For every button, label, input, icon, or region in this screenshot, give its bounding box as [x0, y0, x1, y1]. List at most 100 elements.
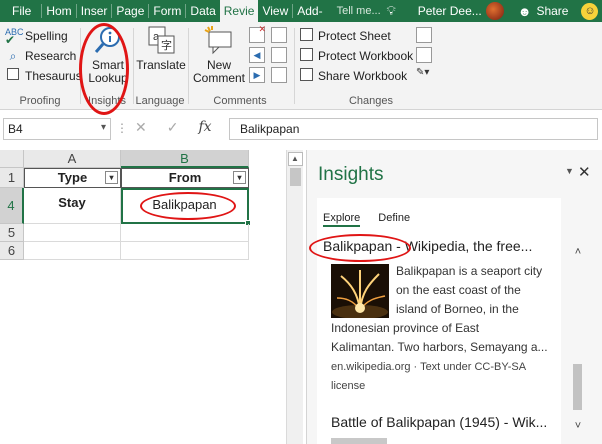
- thesaurus-label: Thesaurus: [25, 69, 82, 83]
- comments-group-label: Comments: [213, 95, 267, 107]
- new-comment-label-line2: Comment: [192, 71, 245, 85]
- table-cell[interactable]: [121, 224, 249, 242]
- tab-review[interactable]: Revie: [219, 0, 259, 22]
- show-hide-comment-icon[interactable]: [271, 27, 287, 43]
- cell-annotation-circle: [140, 192, 236, 220]
- column-header-a[interactable]: A: [24, 150, 121, 168]
- show-ink-icon[interactable]: [271, 67, 287, 83]
- share-workbook-button[interactable]: Share Workbook: [298, 66, 413, 86]
- delete-comment-icon[interactable]: ✕: [249, 24, 266, 43]
- cell-a4-value: Stay: [58, 195, 86, 210]
- header-type: Type: [57, 170, 88, 185]
- spelling-label: Spelling: [25, 29, 68, 43]
- tab-page-layout[interactable]: Page: [112, 0, 148, 22]
- table-cell[interactable]: [121, 242, 249, 260]
- protect-sheet-button[interactable]: Protect Sheet: [298, 26, 413, 46]
- translate-icon: a 字: [145, 24, 177, 56]
- lightbulb-icon: 💡︎: [386, 3, 396, 18]
- tab-view[interactable]: View: [258, 0, 292, 22]
- row-header-5[interactable]: 5: [0, 224, 24, 242]
- tab-define[interactable]: Define: [378, 212, 410, 227]
- tab-insert[interactable]: Inser: [77, 0, 112, 22]
- snippet-line: Indonesian province of East: [331, 321, 480, 335]
- tab-formulas[interactable]: Form: [149, 0, 185, 22]
- chevron-down-icon[interactable]: ▾: [101, 122, 106, 133]
- result-1-source[interactable]: en.wikipedia.org · Text under CC-BY-SA l…: [331, 358, 557, 396]
- changes-group: Protect Sheet Protect Workbook Share Wor…: [296, 22, 446, 110]
- group-divider: [294, 28, 295, 104]
- chevron-up-icon[interactable]: ˄: [571, 246, 585, 258]
- tab-data[interactable]: Data: [186, 0, 219, 22]
- row-header-4[interactable]: 4: [0, 188, 24, 224]
- tab-explore[interactable]: Explore: [323, 212, 361, 227]
- cancel-entry-icon[interactable]: ✕: [135, 119, 147, 136]
- insights-scrollbar[interactable]: ˄ ˅: [571, 246, 585, 444]
- show-all-comments-icon[interactable]: [271, 47, 287, 63]
- table-cell[interactable]: [24, 224, 121, 242]
- changes-group-label: Changes: [348, 95, 394, 107]
- allow-edit-ranges-icon[interactable]: [416, 47, 432, 63]
- confirm-entry-icon[interactable]: ✓: [167, 119, 179, 136]
- protect-share-workbook-icon[interactable]: [416, 27, 432, 43]
- scrollbar-thumb[interactable]: [573, 364, 582, 410]
- vertical-scrollbar[interactable]: ▲: [286, 150, 303, 444]
- feedback-smiley-icon[interactable]: ☺: [581, 2, 599, 20]
- header-from: From: [168, 170, 202, 185]
- comments-group: New Comment ✕ ◀ ▶ Comments: [189, 22, 291, 110]
- formula-input[interactable]: Balikpapan: [229, 118, 598, 140]
- tell-me-box[interactable]: Tell me... 💡︎: [337, 3, 396, 19]
- scroll-up-arrow-icon[interactable]: ▲: [287, 152, 303, 166]
- people-icon: ☻: [517, 3, 532, 19]
- spelling-button[interactable]: ABC ✔ Spelling: [5, 26, 82, 47]
- name-box-value: B4: [8, 122, 23, 136]
- track-changes-icon[interactable]: ✎▾: [416, 67, 440, 83]
- research-label: Research: [25, 49, 77, 63]
- filter-dropdown-icon[interactable]: ▾: [105, 171, 118, 184]
- formula-bar: B4 ▾ ⋮ ✕ ✓ fx Balikpapan: [0, 116, 602, 142]
- select-all-button[interactable]: [0, 150, 24, 168]
- avatar[interactable]: [485, 2, 504, 20]
- row-header-1[interactable]: 1: [0, 168, 24, 188]
- translate-button[interactable]: a 字 Translate: [136, 24, 186, 72]
- name-box[interactable]: B4 ▾: [3, 118, 111, 140]
- result-title-annotation-circle: [309, 234, 411, 262]
- result-2-title-link[interactable]: Battle of Balikpapan (1945) - Wik...: [331, 414, 559, 430]
- table-cell[interactable]: [24, 242, 121, 260]
- ribbon: ABC ✔ Spelling ⌕ Research Thesaurus Proof…: [0, 22, 602, 115]
- snippet-line: on the east coast of the: [396, 283, 521, 297]
- share-workbook-icon: [298, 68, 314, 84]
- tab-file[interactable]: File: [0, 0, 41, 22]
- tab-add-ins[interactable]: Add-: [293, 0, 326, 22]
- close-icon[interactable]: ✕: [578, 163, 591, 181]
- new-comment-icon: [203, 24, 235, 56]
- table-cell[interactable]: Stay: [24, 188, 121, 224]
- column-header-b[interactable]: B: [121, 150, 249, 168]
- ribbon-tab-bar: File Hom Inser Page Form Data Revie View…: [0, 0, 602, 22]
- tab-home[interactable]: Hom: [42, 0, 75, 22]
- share-button[interactable]: ☻ Share: [518, 4, 569, 19]
- share-label: Share: [536, 4, 569, 18]
- formula-bar-grip-icon[interactable]: ⋮: [116, 121, 128, 135]
- protect-workbook-button[interactable]: Protect Workbook: [298, 46, 413, 66]
- next-comment-icon[interactable]: ▶: [249, 67, 265, 83]
- chevron-down-icon[interactable]: ˅: [571, 420, 585, 432]
- insights-pane: Insights ▼ ✕ Explore Define Balikpapan -…: [306, 150, 602, 444]
- user-name[interactable]: Peter Dee...: [418, 4, 482, 18]
- smart-lookup-annotation-circle: [79, 23, 129, 115]
- language-group-label: Language: [135, 95, 185, 107]
- filter-dropdown-icon[interactable]: ▾: [233, 171, 246, 184]
- new-comment-button[interactable]: New Comment: [191, 24, 247, 85]
- pane-options-chevron-icon[interactable]: ▼: [565, 166, 574, 176]
- snippet-line: Kalimantan. Two harbors, Semayang a...: [331, 340, 548, 354]
- previous-comment-icon[interactable]: ◀: [249, 47, 265, 63]
- research-button[interactable]: ⌕ Research: [5, 46, 82, 66]
- worksheet-grid[interactable]: A B 1 4 5 6 Type ▾ From ▾ Stay Balikpapa…: [0, 150, 286, 444]
- row-header-6[interactable]: 6: [0, 242, 24, 260]
- tell-me-text: Tell me...: [336, 5, 381, 17]
- insert-function-button[interactable]: fx: [198, 119, 211, 136]
- table-header-cell[interactable]: Type ▾: [24, 168, 121, 188]
- scrollbar-thumb[interactable]: [289, 168, 301, 186]
- table-header-cell[interactable]: From ▾: [121, 168, 249, 188]
- thesaurus-button[interactable]: Thesaurus: [5, 66, 82, 86]
- result-2-thumbnail[interactable]: [331, 438, 387, 444]
